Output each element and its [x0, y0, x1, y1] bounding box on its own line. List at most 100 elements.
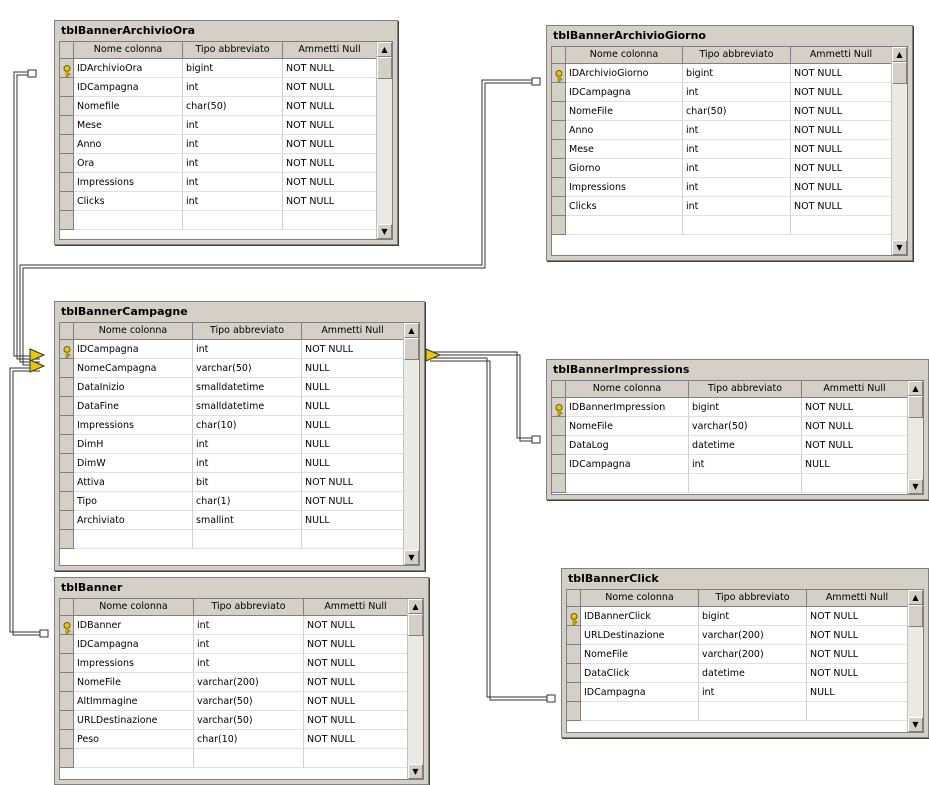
cell-type[interactable]: int: [183, 78, 283, 97]
cell-null[interactable]: NOT NULL: [791, 64, 892, 83]
vertical-scrollbar[interactable]: ▲ ▼: [907, 381, 923, 494]
cell-name[interactable]: DataInizio: [74, 378, 193, 397]
row-selector[interactable]: [552, 417, 566, 436]
scroll-up-arrow-icon[interactable]: ▲: [404, 323, 419, 338]
table-tblBanner[interactable]: tblBanner Nome colonna Tipo abbreviato Amme…: [54, 577, 429, 785]
cell-null[interactable]: NOT NULL: [791, 197, 892, 216]
cell-null[interactable]: NOT NULL: [283, 59, 377, 78]
row-selector[interactable]: [60, 97, 74, 116]
row-selector[interactable]: [60, 730, 74, 749]
row-selector[interactable]: [567, 607, 581, 626]
row-selector[interactable]: [552, 121, 566, 140]
cell-null[interactable]: NOT NULL: [304, 692, 408, 711]
cell-null[interactable]: NOT NULL: [283, 192, 377, 211]
cell-null[interactable]: NOT NULL: [807, 664, 908, 683]
cell-null[interactable]: NOT NULL: [802, 417, 908, 436]
empty-cell[interactable]: [807, 702, 908, 721]
row-selector[interactable]: [60, 454, 74, 473]
row-selector[interactable]: [552, 159, 566, 178]
cell-null[interactable]: NULL: [802, 455, 908, 474]
cell-null[interactable]: NOT NULL: [807, 645, 908, 664]
row-selector[interactable]: [60, 340, 74, 359]
scroll-thumb[interactable]: [404, 338, 419, 360]
scroll-thumb[interactable]: [892, 62, 907, 84]
cell-type[interactable]: varchar(200): [699, 626, 807, 645]
cell-name[interactable]: Anno: [74, 135, 183, 154]
cell-null[interactable]: NULL: [807, 683, 908, 702]
cell-null[interactable]: NOT NULL: [791, 140, 892, 159]
cell-null[interactable]: NOT NULL: [283, 78, 377, 97]
row-selector[interactable]: [60, 378, 74, 397]
cell-null[interactable]: NULL: [302, 378, 404, 397]
cell-null[interactable]: NULL: [302, 397, 404, 416]
cell-type[interactable]: int: [183, 192, 283, 211]
cell-type[interactable]: varchar(50): [194, 692, 304, 711]
cell-null[interactable]: NOT NULL: [302, 340, 404, 359]
row-selector[interactable]: [552, 102, 566, 121]
empty-cell[interactable]: [683, 216, 791, 235]
cell-name[interactable]: NomeCampagna: [74, 359, 193, 378]
row-selector[interactable]: [60, 692, 74, 711]
scroll-thumb[interactable]: [377, 57, 392, 79]
vertical-scrollbar[interactable]: ▲ ▼: [891, 47, 907, 255]
cell-type[interactable]: int: [683, 121, 791, 140]
column-header-null[interactable]: Ammetti Null: [807, 590, 908, 607]
table-tblBannerClick[interactable]: tblBannerClick Nome colonna Tipo abbreviat…: [561, 568, 929, 738]
cell-type[interactable]: char(10): [194, 730, 304, 749]
cell-type[interactable]: char(50): [183, 97, 283, 116]
cell-type[interactable]: int: [193, 454, 302, 473]
cell-type[interactable]: int: [194, 654, 304, 673]
cell-type[interactable]: smalldatetime: [193, 378, 302, 397]
vertical-scrollbar[interactable]: ▲ ▼: [907, 590, 923, 732]
cell-null[interactable]: NOT NULL: [304, 673, 408, 692]
cell-type[interactable]: bigint: [183, 59, 283, 78]
cell-type[interactable]: int: [683, 83, 791, 102]
scroll-thumb[interactable]: [408, 614, 423, 636]
cell-name[interactable]: IDCampagna: [74, 635, 194, 654]
cell-name[interactable]: IDCampagna: [74, 78, 183, 97]
cell-name[interactable]: NomeFile: [74, 673, 194, 692]
column-header-null[interactable]: Ammetti Null: [304, 599, 408, 616]
cell-name[interactable]: Impressions: [74, 173, 183, 192]
column-header-name[interactable]: Nome colonna: [74, 42, 183, 59]
row-selector[interactable]: [60, 749, 74, 768]
cell-name[interactable]: IDCampagna: [566, 83, 683, 102]
row-selector[interactable]: [60, 530, 74, 549]
cell-type[interactable]: int: [683, 178, 791, 197]
cell-name[interactable]: IDBannerImpression: [566, 398, 689, 417]
scroll-thumb[interactable]: [908, 396, 923, 418]
cell-null[interactable]: NOT NULL: [791, 178, 892, 197]
cell-null[interactable]: NULL: [302, 435, 404, 454]
empty-cell[interactable]: [302, 530, 404, 549]
scroll-up-arrow-icon[interactable]: ▲: [408, 599, 423, 614]
cell-name[interactable]: DimW: [74, 454, 193, 473]
row-selector[interactable]: [60, 78, 74, 97]
scroll-up-arrow-icon[interactable]: ▲: [908, 590, 923, 605]
table-tblBannerArchivioGiorno[interactable]: tblBannerArchivioGiorno Nome colonna Tipo …: [546, 25, 913, 261]
cell-type[interactable]: int: [183, 116, 283, 135]
cell-type[interactable]: int: [683, 197, 791, 216]
cell-type[interactable]: int: [699, 683, 807, 702]
cell-name[interactable]: Impressions: [74, 416, 193, 435]
cell-name[interactable]: IDBanner: [74, 616, 194, 635]
row-selector[interactable]: [60, 635, 74, 654]
cell-name[interactable]: URLDestinazione: [581, 626, 699, 645]
row-selector[interactable]: [60, 135, 74, 154]
cell-name[interactable]: Archiviato: [74, 511, 193, 530]
row-selector[interactable]: [552, 64, 566, 83]
empty-cell[interactable]: [699, 702, 807, 721]
cell-type[interactable]: varchar(200): [194, 673, 304, 692]
column-header-null[interactable]: Ammetti Null: [791, 47, 892, 64]
cell-name[interactable]: Attiva: [74, 473, 193, 492]
cell-null[interactable]: NOT NULL: [304, 616, 408, 635]
vertical-scrollbar[interactable]: ▲ ▼: [376, 42, 392, 239]
empty-cell[interactable]: [566, 474, 689, 493]
cell-null[interactable]: NOT NULL: [791, 159, 892, 178]
column-header-type[interactable]: Tipo abbreviato: [699, 590, 807, 607]
cell-type[interactable]: bit: [193, 473, 302, 492]
column-header-null[interactable]: Ammetti Null: [802, 381, 908, 398]
cell-type[interactable]: int: [689, 455, 802, 474]
cell-null[interactable]: NOT NULL: [283, 116, 377, 135]
scroll-up-arrow-icon[interactable]: ▲: [377, 42, 392, 57]
cell-null[interactable]: NOT NULL: [304, 730, 408, 749]
